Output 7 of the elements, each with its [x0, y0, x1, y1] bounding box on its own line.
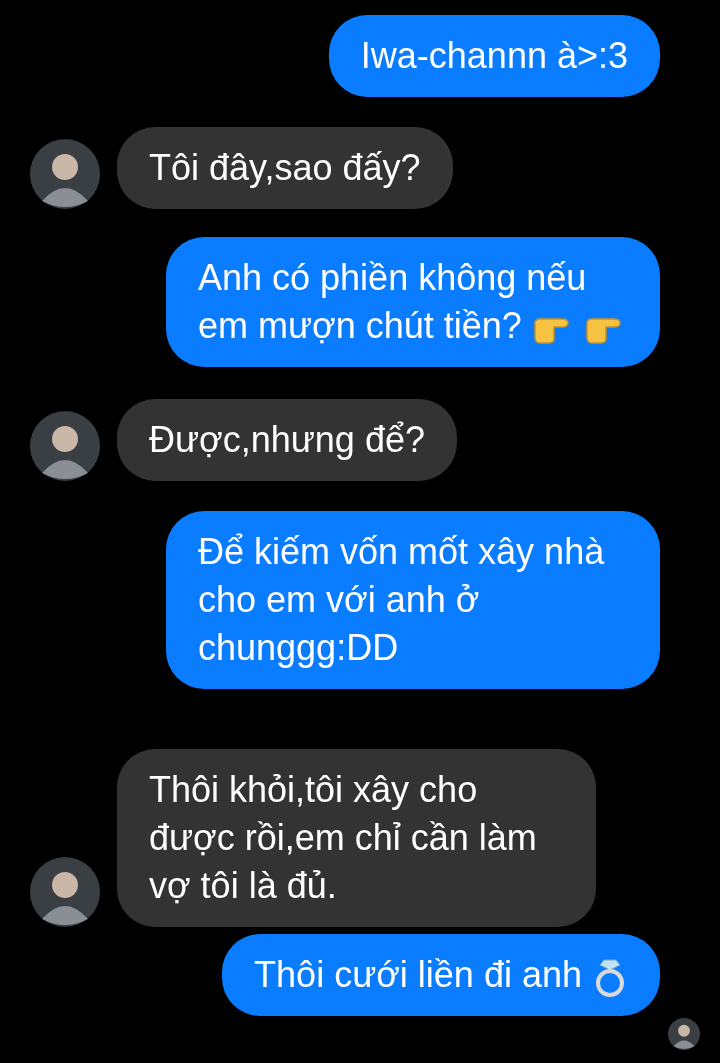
message-bubble: Thôi khỏi,tôi xây cho được rồi,em chỉ cần làm vợ tôi là đủ. — [117, 749, 596, 927]
message-bubble: Thôi cưới liền đi anh — [222, 934, 660, 1016]
message-bubble: Để kiếm vốn mốt xây nhà cho em với anh ở chunggg:DD — [166, 511, 660, 689]
message-bubble: Tôi đây,sao đấy? — [117, 127, 453, 209]
message-bubble: Được,nhưng để? — [117, 399, 457, 481]
message-bubble: Iwa-channn à>:3 — [328, 15, 660, 97]
message-bubble: Anh có phiền không nếu em mượn chút tiền? — [166, 237, 660, 367]
